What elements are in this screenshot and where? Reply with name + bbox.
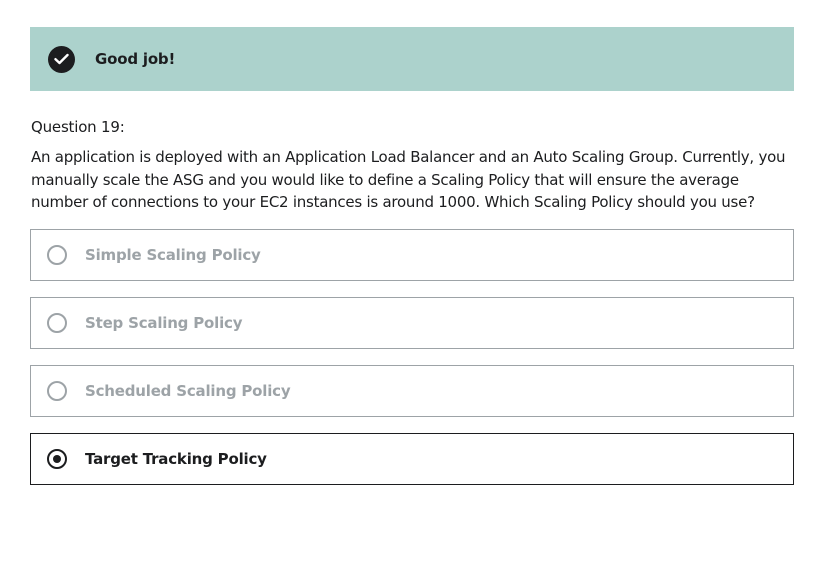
result-message: Good job! [95,50,176,68]
quiz-page: Good job! Question 19: An application is… [0,0,836,575]
check-circle-icon [48,45,75,73]
radio-button[interactable] [47,381,67,401]
question-text: An application is deployed with an Appli… [31,148,786,211]
answer-option-label: Step Scaling Policy [85,314,243,332]
radio-selected-dot [53,455,61,463]
answer-option-label: Target Tracking Policy [85,450,267,468]
answer-option[interactable]: Simple Scaling Policy [30,229,794,281]
radio-button[interactable] [47,245,67,265]
question-number: Question 19: [31,118,125,136]
radio-button-selected[interactable] [47,449,67,469]
answer-option-label: Simple Scaling Policy [85,246,261,264]
answer-option-selected[interactable]: Target Tracking Policy [30,433,794,485]
answer-option[interactable]: Scheduled Scaling Policy [30,365,794,417]
answer-option-label: Scheduled Scaling Policy [85,382,291,400]
result-banner: Good job! [30,27,794,91]
answer-option[interactable]: Step Scaling Policy [30,297,794,349]
radio-button[interactable] [47,313,67,333]
